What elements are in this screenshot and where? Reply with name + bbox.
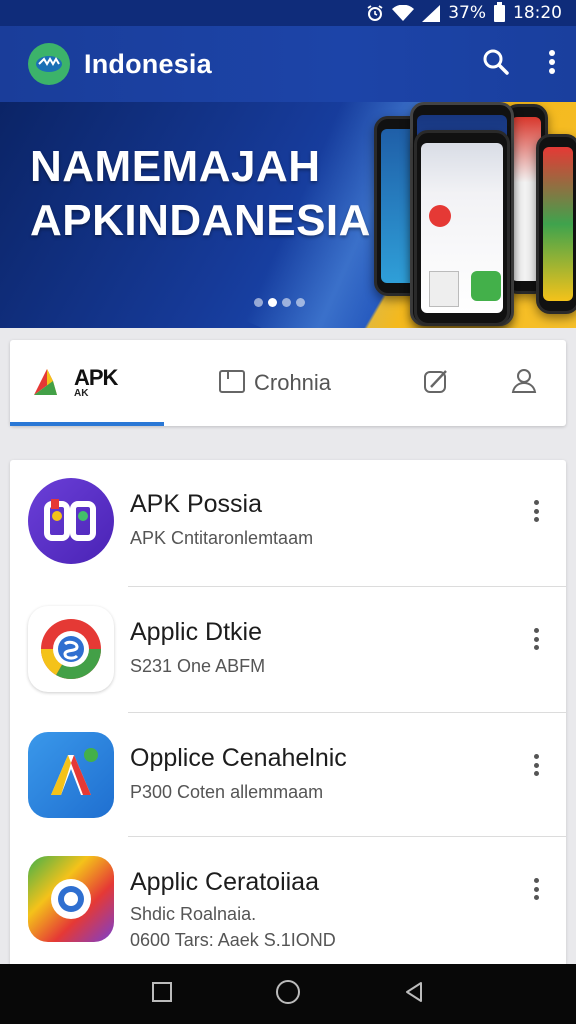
tab-apk[interactable]: APK AK bbox=[30, 340, 118, 426]
app-subtitle-secondary: 0600 Tars: Aaek S.1IOND bbox=[130, 930, 336, 950]
page-dot[interactable] bbox=[254, 298, 263, 307]
list-item[interactable]: Applic Dtkie S231 One ABFM bbox=[10, 588, 566, 714]
home-icon[interactable] bbox=[274, 978, 302, 1011]
app-list: APK Possia APK Cntitaronlemtaam Applic D… bbox=[10, 460, 566, 970]
divider bbox=[128, 586, 566, 587]
recent-apps-icon[interactable] bbox=[150, 980, 174, 1009]
more-vert-icon[interactable] bbox=[528, 626, 544, 652]
tab-selected-indicator bbox=[10, 422, 164, 426]
banner-headline-line1: NAMEMAJAH bbox=[30, 142, 321, 191]
alarm-icon bbox=[366, 4, 384, 22]
tab-bar: APK AK Crohnia bbox=[10, 340, 566, 426]
page-dot[interactable] bbox=[296, 298, 305, 307]
more-vert-icon[interactable] bbox=[528, 876, 544, 902]
divider bbox=[128, 712, 566, 713]
colorful-app-icon bbox=[28, 856, 114, 942]
person-icon bbox=[510, 367, 538, 400]
clock: 18:20 bbox=[513, 3, 562, 23]
app-subtitle: Shdic Roalnaia. bbox=[130, 904, 257, 924]
tab-apk-sublabel: AK bbox=[74, 388, 89, 399]
tab-crohnia-label: Crohnia bbox=[254, 370, 332, 395]
promo-banner[interactable]: NAMEMAJAH APKINDANESIA bbox=[0, 102, 576, 328]
blue-a-app-icon bbox=[28, 732, 114, 818]
list-item[interactable]: Opplice Cenahelnic P300 Coten allemmaam bbox=[10, 714, 566, 840]
purple-app-icon bbox=[28, 478, 114, 564]
chrome-like-icon bbox=[28, 606, 114, 692]
page-dot-active[interactable] bbox=[268, 298, 277, 307]
apk-logo-icon bbox=[30, 365, 70, 402]
app-name: Opplice Cenahelnic bbox=[130, 744, 347, 772]
page-dot[interactable] bbox=[282, 298, 291, 307]
tab-edit[interactable] bbox=[422, 340, 450, 426]
edit-icon bbox=[422, 368, 450, 399]
battery-percentage: 37% bbox=[448, 3, 486, 23]
app-name: Applic Dtkie bbox=[130, 618, 262, 646]
app-bar-actions bbox=[482, 26, 556, 102]
more-vert-icon[interactable] bbox=[548, 49, 556, 80]
phone-image-front bbox=[414, 130, 510, 326]
tab-crohnia[interactable]: Crohnia bbox=[218, 340, 331, 426]
more-vert-icon[interactable] bbox=[528, 752, 544, 778]
tab-apk-label: APK bbox=[74, 365, 118, 390]
screen: 37% 18:20 Indonesia NAMEMAJAH APKINDANES… bbox=[0, 0, 576, 1024]
tab-profile[interactable] bbox=[510, 340, 538, 426]
banner-headline-line2: APKINDANESIA bbox=[30, 196, 371, 245]
banner-page-indicator bbox=[254, 298, 305, 307]
list-item[interactable]: APK Possia APK Cntitaronlemtaam bbox=[10, 460, 566, 586]
back-icon[interactable] bbox=[402, 980, 426, 1009]
app-subtitle: S231 One ABFM bbox=[130, 656, 266, 676]
app-bar: Indonesia bbox=[0, 26, 576, 102]
folder-icon bbox=[218, 368, 246, 399]
more-vert-icon[interactable] bbox=[528, 498, 544, 524]
search-icon[interactable] bbox=[482, 48, 510, 81]
battery-icon bbox=[494, 1, 505, 22]
app-name: Applic Ceratoiiaa bbox=[130, 868, 319, 896]
app-subtitle: APK Cntitaronlemtaam bbox=[130, 528, 314, 548]
app-name: APK Possia bbox=[130, 490, 263, 518]
divider bbox=[128, 836, 566, 837]
status-bar: 37% 18:20 bbox=[0, 0, 576, 26]
app-title: Indonesia bbox=[84, 48, 212, 79]
app-logo-icon[interactable] bbox=[28, 43, 70, 85]
wifi-icon bbox=[392, 4, 415, 22]
list-item[interactable]: Applic Ceratoiiaa Shdic Roalnaia. 0600 T… bbox=[10, 838, 566, 964]
app-subtitle: P300 Coten allemmaam bbox=[130, 782, 324, 802]
signal-icon bbox=[422, 4, 441, 22]
system-nav-bar bbox=[0, 964, 576, 1024]
phone-image-far-right bbox=[536, 134, 576, 314]
